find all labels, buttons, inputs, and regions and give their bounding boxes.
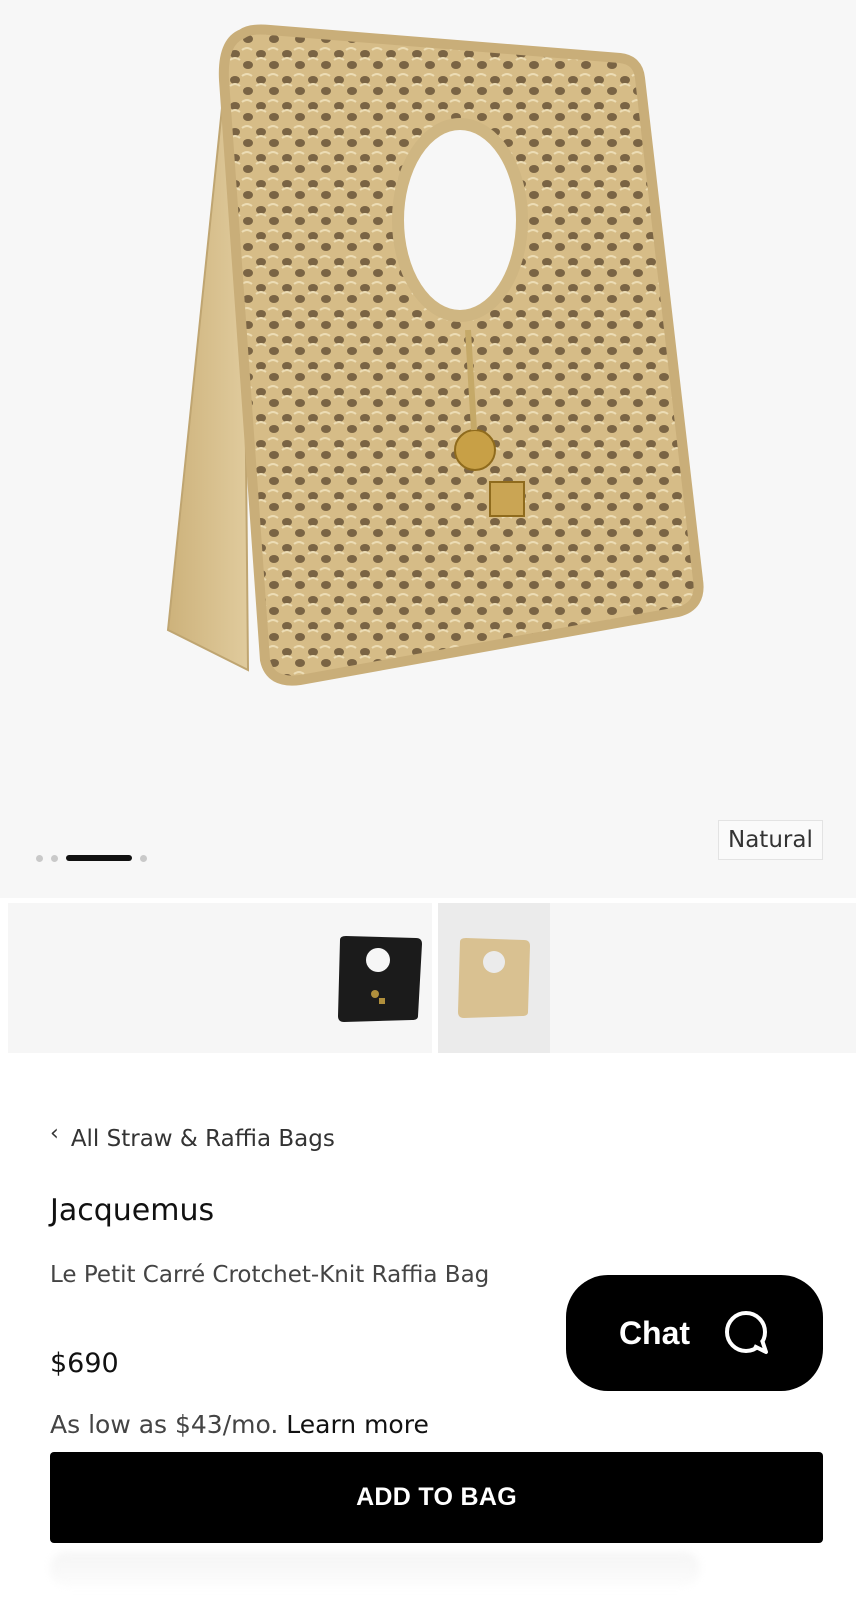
financing-text: As low as $43/mo. [50, 1410, 279, 1439]
natural-bag-thumbnail [458, 938, 530, 1018]
raffia-bag-image [166, 24, 704, 686]
bottom-fade [50, 1552, 700, 1586]
brand-name[interactable]: Jacquemus [50, 1193, 214, 1228]
swatch-natural[interactable] [438, 903, 550, 1053]
black-bag-thumbnail [338, 936, 422, 1022]
breadcrumb[interactable]: ‹ All Straw & Raffia Bags [50, 1121, 335, 1153]
chat-button[interactable]: Chat [566, 1275, 823, 1391]
financing-info: As low as $43/mo. Learn more [50, 1410, 429, 1439]
learn-more-link[interactable]: Learn more [286, 1410, 429, 1439]
color-label: Natural [718, 820, 823, 860]
carousel-dot[interactable] [36, 854, 43, 862]
breadcrumb-label[interactable]: All Straw & Raffia Bags [71, 1126, 335, 1152]
carousel-indicator[interactable] [36, 853, 147, 863]
chat-bubble-icon [725, 1311, 769, 1354]
product-hero-image[interactable]: Natural [0, 0, 856, 898]
chat-label: Chat [618, 1314, 691, 1351]
product-price: $690 [50, 1348, 119, 1379]
chevron-left-icon: ‹ [50, 1120, 59, 1146]
swatch-black[interactable] [322, 903, 434, 1053]
carousel-dot-active[interactable] [66, 855, 132, 861]
carousel-dot[interactable] [140, 854, 147, 862]
product-title: Le Petit Carré Crotchet-Knit Raffia Bag [50, 1262, 490, 1288]
carousel-dot[interactable] [51, 854, 58, 862]
add-to-bag-button[interactable]: ADD TO BAG [50, 1452, 823, 1543]
